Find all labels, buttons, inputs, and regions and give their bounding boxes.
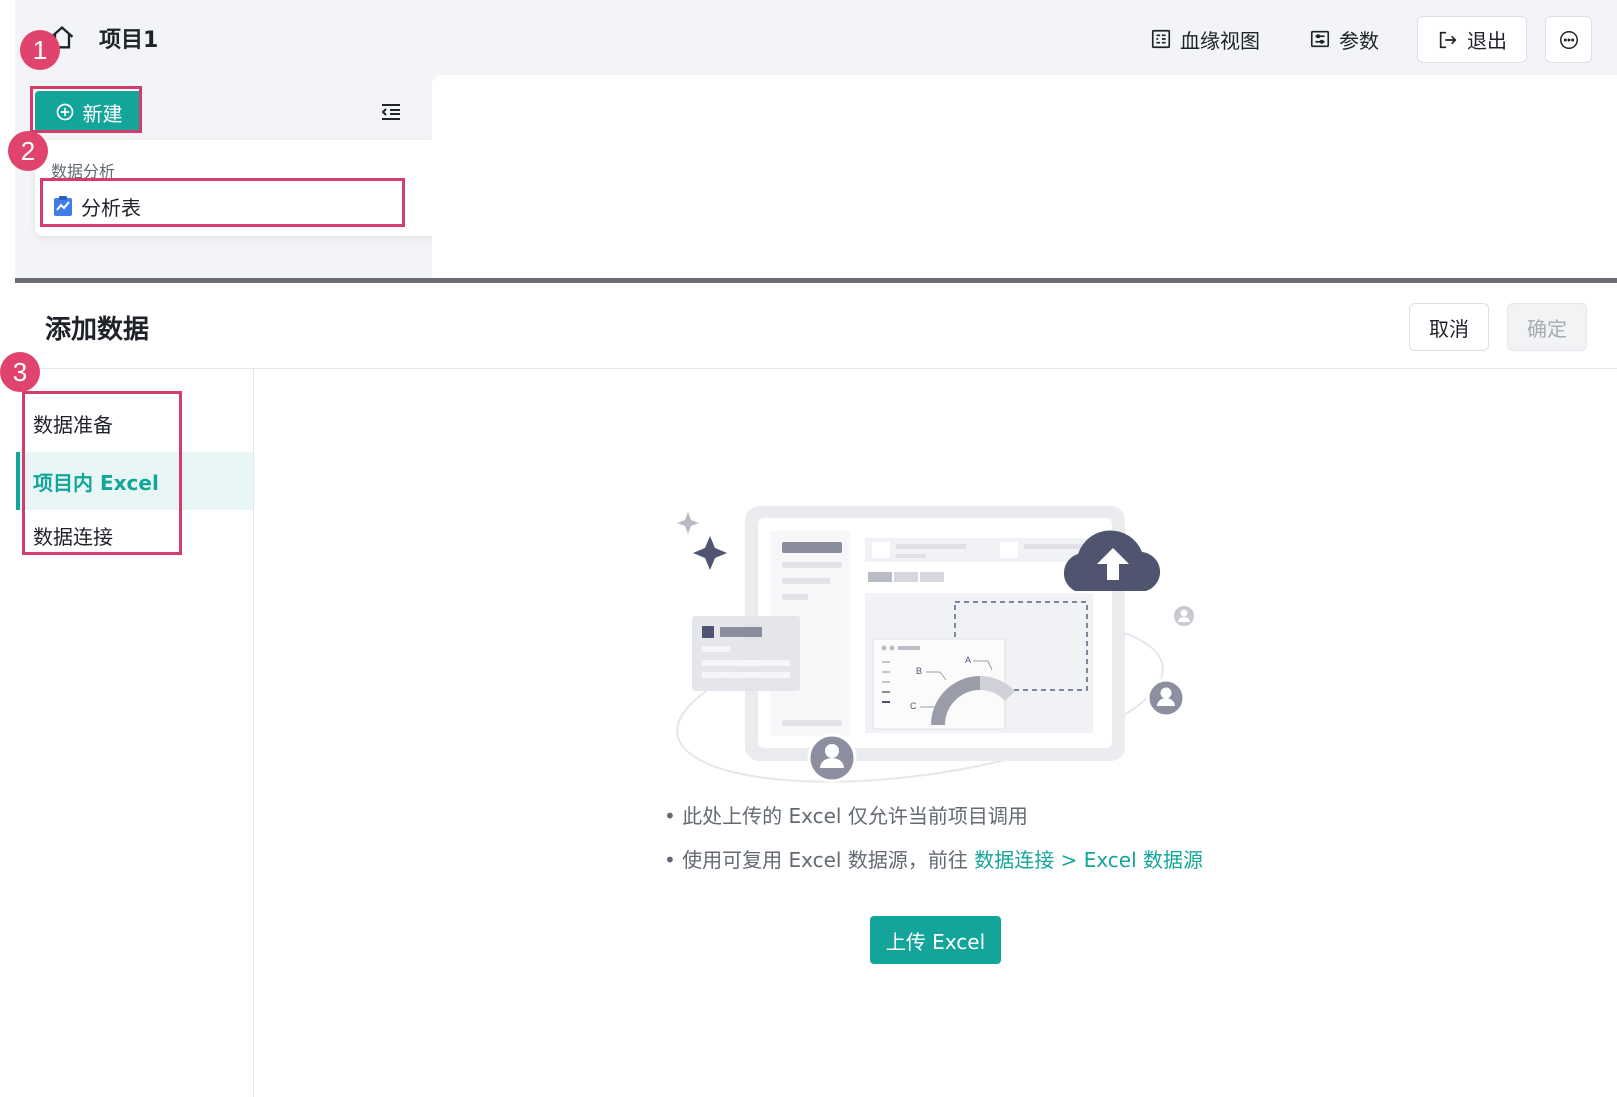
excel-datasource-link[interactable]: 数据连接 > Excel 数据源 [974,848,1203,872]
annotation-marker-1: 1 [20,30,60,70]
exit-icon [1439,31,1457,48]
user-avatar-icon [1146,678,1186,718]
tip-reusable-text: • 使用可复用 Excel 数据源，前往 [664,848,975,872]
annotation-marker-2: 2 [8,131,48,171]
more-button[interactable] [1545,16,1592,63]
panel-title: 添加数据 [45,315,150,345]
cancel-button[interactable]: 取消 [1409,303,1489,351]
annotation-marker-3: 3 [0,352,40,392]
tip-project-excel: • 此处上传的 Excel 仅允许当前项目调用 [664,804,1028,828]
upload-excel-button[interactable]: 上传 Excel [870,916,1001,964]
lineage-view-label: 血缘视图 [1180,28,1260,53]
lineage-view-button[interactable]: 血缘视图 [1150,22,1260,56]
highlight-data-source-nav [22,391,182,555]
project-title: 项目1 [99,28,159,53]
illus-label-b: B [916,666,922,676]
highlight-analysis-table [40,178,405,227]
lineage-icon [1151,29,1171,49]
exit-label: 退出 [1467,29,1507,53]
illus-label-a: A [965,655,971,665]
app-frame: 项目1 血缘视图 参数 退出 新建 数据分析 分析表 1 2 添加数据 取消 确… [0,0,1617,1097]
add-data-panel: 添加数据 取消 确定 数据准备 项目内 Excel 数据连接 A B C • 此… [0,283,1617,1097]
user-avatar-icon [807,733,857,783]
panel-sidebar-divider [253,369,254,1097]
project-page: 项目1 血缘视图 参数 退出 新建 数据分析 分析表 [15,0,1617,284]
upload-illustration: A B C [676,506,1196,783]
params-button[interactable]: 参数 [1309,22,1379,56]
confirm-button: 确定 [1507,303,1587,351]
illus-label-c: C [910,701,917,711]
panel-header-divider [0,368,1617,369]
exit-button[interactable]: 退出 [1417,16,1527,63]
project-content-area [432,75,1617,284]
project-header: 项目1 血缘视图 参数 退出 [15,0,1617,76]
tip-reusable-excel: • 使用可复用 Excel 数据源，前往 数据连接 > Excel 数据源 [664,844,1203,873]
more-icon [1559,30,1578,49]
highlight-new-button [30,86,142,133]
sparkle-large-icon [693,536,727,570]
params-label: 参数 [1339,28,1379,53]
collapse-sidebar-icon[interactable] [379,100,403,124]
user-avatar-icon [1172,604,1196,628]
sparkle-small-icon [677,512,699,534]
params-icon [1310,30,1330,48]
